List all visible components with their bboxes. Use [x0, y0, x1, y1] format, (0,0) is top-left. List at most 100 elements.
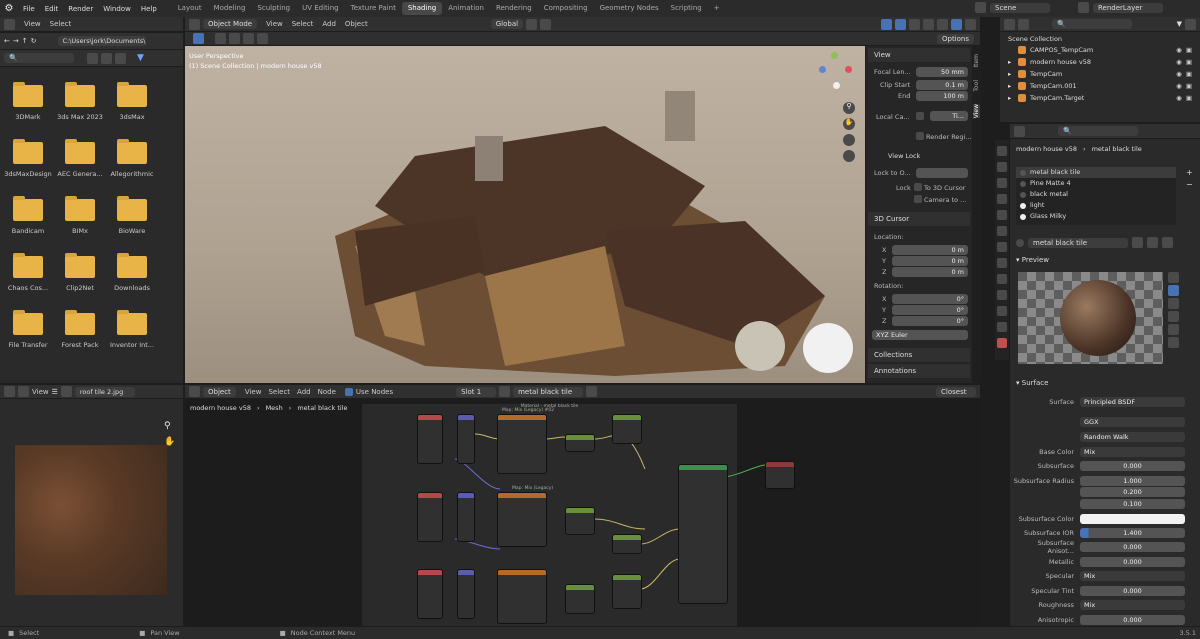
image-name-field[interactable]: roof tile 2.jpg — [74, 386, 135, 397]
preview-cube-icon[interactable] — [1168, 298, 1179, 309]
node-image-texture[interactable] — [497, 414, 547, 474]
tab-texture-paint[interactable]: Texture Paint — [345, 2, 402, 15]
clip-end-field[interactable]: 100 m — [916, 91, 968, 101]
distribution-dropdown[interactable]: GGX — [1080, 416, 1185, 427]
folder-item[interactable]: 3ds Max 2023 — [55, 82, 105, 121]
ne-menu-node[interactable]: Node — [318, 388, 336, 396]
vp-menu-add[interactable]: Add — [322, 20, 336, 28]
tab-view[interactable]: View — [973, 104, 980, 119]
node-image-texture-2[interactable] — [497, 492, 547, 547]
material-name-field[interactable]: metal black tile — [513, 386, 584, 397]
material-name-field[interactable]: metal black tile — [1028, 237, 1128, 248]
node-mix-6[interactable] — [612, 574, 642, 609]
shading-wire-icon[interactable] — [923, 18, 934, 30]
view-layer-tab-icon[interactable] — [997, 194, 1007, 204]
surface-panel-header[interactable]: ▾ Surface — [1016, 379, 1048, 387]
tab-item[interactable]: Item — [973, 54, 980, 68]
visibility-eye-icon[interactable]: ◉ — [1176, 82, 1182, 90]
node-mapping-3[interactable] — [457, 569, 475, 619]
shader-property-field[interactable]: Mix — [1080, 570, 1185, 581]
node-texture-coord[interactable] — [417, 414, 443, 464]
shader-property-field[interactable]: Mix — [1080, 446, 1185, 457]
navigation-gizmo[interactable] — [813, 52, 857, 96]
layer-icon[interactable] — [1078, 2, 1089, 13]
shader-property-field[interactable]: 0.000 — [1080, 460, 1185, 471]
folder-item[interactable]: Forest Pack — [55, 310, 105, 349]
menu-lines-icon[interactable]: ☰ — [52, 388, 58, 396]
tab-tool[interactable]: Tool — [973, 80, 980, 92]
material-slot-item[interactable]: black metal — [1016, 189, 1176, 200]
node-texture-coord-2[interactable] — [417, 492, 443, 542]
node-image-texture-3[interactable] — [497, 569, 547, 624]
parent-icon[interactable]: ↑ — [22, 37, 28, 45]
node-mapping-2[interactable] — [457, 492, 475, 542]
shader-type-dropdown[interactable]: Object — [203, 386, 236, 397]
render-camera-icon[interactable]: ▣ — [1186, 46, 1192, 54]
material-slot-add-icon[interactable]: + — [1186, 168, 1193, 177]
vp-menu-object[interactable]: Object — [345, 20, 368, 28]
zoom-icon[interactable]: ⚲ — [164, 421, 171, 431]
shader-property-field[interactable]: 1.400 — [1080, 527, 1185, 538]
preview-hair-icon[interactable] — [1168, 311, 1179, 322]
outliner-item[interactable]: ▸ TempCam ◉ ▣ — [1008, 69, 1196, 79]
slot-dropdown[interactable]: Slot 1 — [456, 386, 497, 397]
select-box-icon[interactable] — [215, 33, 226, 44]
ne-menu-view[interactable]: View — [245, 388, 262, 396]
world-tab-icon[interactable] — [997, 226, 1007, 236]
folder-item[interactable]: Clip2Net — [55, 253, 105, 292]
expand-icon[interactable]: ▸ — [1008, 94, 1014, 102]
folder-item[interactable]: AEC Genera... — [55, 139, 105, 178]
shader-property-field[interactable]: Mix — [1080, 599, 1185, 610]
folder-item[interactable]: BioWare — [107, 196, 157, 235]
visibility-eye-icon[interactable]: ◉ — [1176, 58, 1182, 66]
output-tab-icon[interactable] — [997, 178, 1007, 188]
vp-menu-select[interactable]: Select — [292, 20, 314, 28]
shader-property-field[interactable]: 0.000 — [1080, 541, 1185, 552]
fb-menu-select[interactable]: Select — [50, 20, 72, 28]
shader-property-field[interactable]: 1.000 — [1080, 475, 1185, 486]
node-mix-3[interactable] — [565, 507, 595, 535]
folder-item[interactable]: Chaos Cos... — [3, 253, 53, 292]
blender-logo-icon[interactable]: ⚙ — [0, 3, 18, 14]
render-region-checkbox[interactable] — [916, 132, 924, 140]
node-mix-1[interactable] — [565, 434, 595, 452]
folder-item[interactable]: 3DMark — [3, 82, 53, 121]
viewport-canvas[interactable]: User Perspective (1) Scene Collection | … — [185, 46, 865, 383]
menu-edit[interactable]: Edit — [40, 5, 64, 13]
preview-flat-icon[interactable] — [1168, 272, 1179, 283]
path-field[interactable]: C:\Users\jork\Documents\ — [57, 36, 146, 46]
material-tab-icon[interactable] — [997, 338, 1007, 348]
expand-icon[interactable]: ▸ — [1008, 70, 1014, 78]
clip-start-field[interactable]: 0.1 m — [916, 80, 968, 90]
node-material-output[interactable] — [765, 461, 795, 489]
expand-icon[interactable]: ▸ — [1008, 58, 1014, 66]
breadcrumb-mesh[interactable]: Mesh — [266, 404, 283, 412]
preview-panel-header[interactable]: ▾ Preview — [1016, 256, 1049, 264]
tab-rendering[interactable]: Rendering — [490, 2, 538, 15]
refresh-icon[interactable]: ↻ — [31, 37, 37, 45]
editor-type-icon[interactable] — [1004, 18, 1015, 30]
shading-rendered-icon[interactable] — [965, 18, 976, 30]
scene-collection-row[interactable]: Scene Collection — [1008, 35, 1062, 43]
menu-file[interactable]: File — [18, 5, 40, 13]
expand-icon[interactable]: ▸ — [1008, 82, 1014, 90]
object-mode-dropdown[interactable]: Object Mode — [203, 19, 258, 29]
lock-to-object-field[interactable] — [916, 168, 968, 178]
visibility-eye-icon[interactable]: ◉ — [1176, 70, 1182, 78]
rotation-mode-dropdown[interactable]: XYZ Euler — [872, 330, 968, 340]
image-browse-icon[interactable] — [60, 386, 72, 397]
render-tab-icon[interactable] — [997, 162, 1007, 172]
shading-material-icon[interactable] — [951, 18, 962, 30]
image-mode-icon[interactable] — [18, 386, 29, 397]
zoom-icon[interactable]: ⚲ — [843, 102, 855, 114]
pin-icon[interactable] — [586, 386, 598, 397]
scene-field[interactable]: Scene — [990, 2, 1050, 13]
select-mode-2-icon[interactable] — [243, 33, 254, 44]
node-editor-canvas[interactable]: Material - metal black tile Map: Mix (Le… — [185, 399, 980, 626]
outliner-item[interactable]: CAMPOS_TempCam ◉ ▣ — [1008, 45, 1196, 55]
lock-3d-cursor-checkbox[interactable] — [914, 183, 922, 191]
ortho-toggle-icon[interactable] — [843, 150, 855, 162]
data-tab-icon[interactable] — [997, 322, 1007, 332]
node-mix-4[interactable] — [612, 534, 642, 554]
folder-item[interactable]: 3dsMax — [107, 82, 157, 121]
